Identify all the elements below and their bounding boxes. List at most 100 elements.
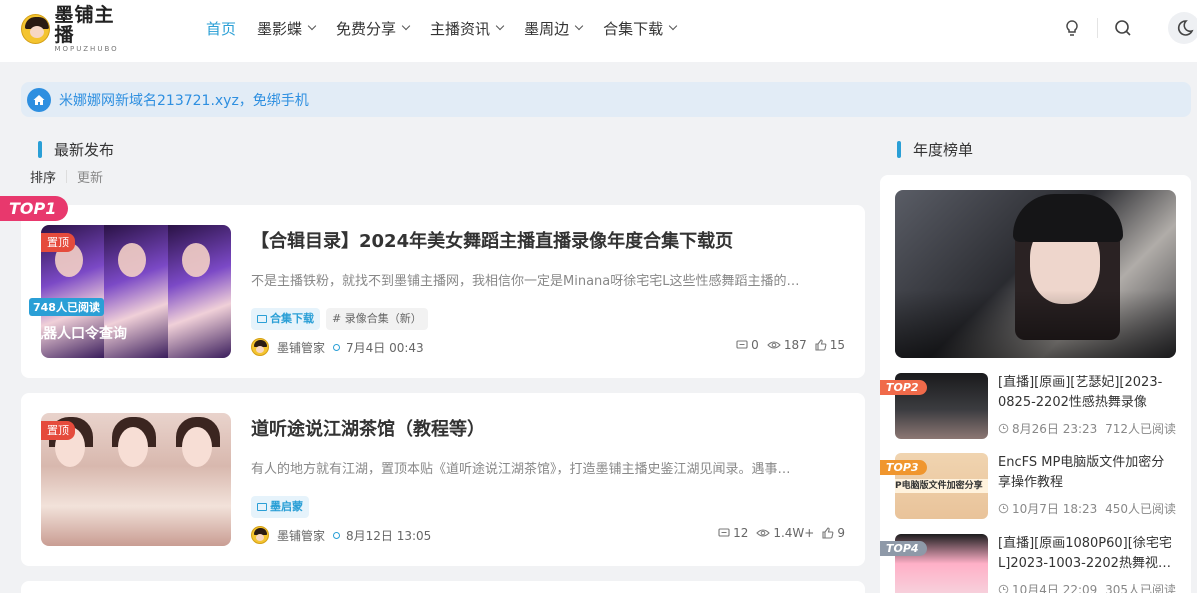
eye-icon	[756, 529, 771, 537]
home-icon	[27, 87, 51, 112]
chevron-down-icon	[401, 21, 411, 31]
notice-bar[interactable]: 米娜娜网新域名213721.xyz，免绑手机	[21, 82, 1191, 117]
folder-icon	[257, 315, 267, 323]
dark-mode-toggle[interactable]	[1168, 12, 1197, 44]
search-icon[interactable]	[1113, 18, 1133, 38]
time-dot-icon	[333, 531, 341, 539]
post-title[interactable]: 道听途说江湖茶馆（教程等）	[251, 415, 485, 441]
rank-title[interactable]: [直播][原画][艺瑟妃][2023-0825-2202性感热舞录像	[998, 373, 1176, 413]
nav-item-merch[interactable]: 墨周边	[524, 18, 584, 39]
view-count: 187	[767, 338, 807, 352]
nav-label: 免费分享	[336, 19, 397, 38]
rank-date-text: 8月26日 23:23	[1012, 422, 1098, 436]
topic-tag[interactable]: # 录像合集（新）	[326, 308, 428, 330]
site-logo[interactable]: 墨铺主播 MOPUZHUBO	[21, 5, 133, 53]
like-count[interactable]: 9	[822, 526, 845, 540]
post-card[interactable]	[21, 581, 865, 593]
post-card[interactable]: 置顶 道听途说江湖茶馆（教程等） 有人的地方就有江湖，置顶本贴《道听途说江湖茶馆…	[21, 393, 865, 566]
folder-icon	[257, 503, 267, 511]
sort-tab-updated[interactable]: 更新	[77, 167, 103, 186]
nav-item-moyingdie[interactable]: 墨影蝶	[257, 18, 317, 39]
like-count[interactable]: 15	[815, 338, 845, 352]
avatar[interactable]	[251, 338, 269, 356]
comment-icon	[736, 340, 748, 349]
eye-icon	[767, 341, 781, 349]
section-title-latest: 最新发布	[38, 139, 114, 160]
nav-label: 首页	[206, 19, 237, 38]
rank-meta: 8月26日 23:23 712人已阅读	[998, 420, 1176, 437]
tab-divider	[66, 170, 68, 183]
logo-text: 墨铺主播 MOPUZHUBO	[54, 5, 133, 54]
author-name[interactable]: 墨铺管家	[277, 339, 325, 356]
nav-item-streamer-news[interactable]: 主播资讯	[430, 18, 505, 39]
post-title[interactable]: 【合辑目录】2024年美女舞蹈主播直播录像年度合集下载页	[251, 227, 733, 253]
nav-label: 主播资讯	[430, 19, 491, 38]
section-marker	[38, 141, 42, 158]
view-count-value: 1.4W+	[773, 526, 815, 540]
post-stats: 12 1.4W+ 9	[710, 526, 845, 540]
top1-rank-badge: TOP1	[0, 196, 69, 221]
view-count: 1.4W+	[756, 526, 814, 540]
rank-date: 8月26日 23:23	[998, 420, 1097, 437]
view-count-value: 187	[783, 338, 807, 352]
post-meta: 墨铺管家 8月12日 13:05	[251, 526, 431, 544]
time-dot-icon	[333, 343, 341, 351]
thumbs-up-icon	[822, 527, 834, 539]
clock-icon	[998, 503, 1009, 514]
rank-reads: 712人已阅读	[1105, 422, 1176, 436]
category-tag[interactable]: 合集下载	[251, 308, 320, 330]
section-marker	[897, 141, 901, 158]
notice-text: 米娜娜网新域名213721.xyz，免绑手机	[59, 92, 309, 109]
comment-count-value: 12	[733, 526, 749, 540]
nav-item-home[interactable]: 首页	[206, 18, 236, 39]
rank-item[interactable]: TOP4 [直播][原画1080P60][徐宅宅L]2023-1003-2202…	[880, 534, 1176, 593]
tag-label: 墨启蒙	[270, 500, 303, 513]
author-name[interactable]: 墨铺管家	[277, 527, 325, 544]
sort-tab-order[interactable]: 排序	[30, 167, 56, 186]
sort-tabs: 排序 更新	[30, 167, 103, 186]
rank-title[interactable]: EncFS MP电脑版文件加密分享操作教程	[998, 453, 1176, 493]
post-card[interactable]: 置顶 【合辑目录】2024年美女舞蹈主播直播录像年度合集下载页 不是主播铁粉，就…	[21, 205, 865, 378]
main-nav: 首页 墨影蝶 免费分享 主播资讯 墨周边 合集下载	[206, 0, 697, 56]
top1-title[interactable]: 机器人口令查询	[29, 323, 127, 343]
nav-label: 墨影蝶	[257, 19, 303, 38]
avatar[interactable]	[251, 526, 269, 544]
top1-feature-image[interactable]	[895, 190, 1176, 358]
nav-item-free-share[interactable]: 免费分享	[336, 18, 411, 39]
rank-reads: 450人已阅读	[1105, 502, 1176, 516]
thumbnail-panel	[167, 225, 231, 358]
tag-label: 合集下载	[270, 312, 314, 325]
chevron-down-icon	[574, 21, 584, 31]
post-thumbnail[interactable]: 置顶	[41, 413, 231, 546]
rank-meta: 10月7日 18:23 450人已阅读	[998, 500, 1176, 517]
image-overlay	[895, 290, 1176, 358]
logo-mascot-icon	[21, 14, 51, 44]
nav-item-collection-download[interactable]: 合集下载	[603, 18, 678, 39]
chevron-down-icon	[495, 21, 505, 31]
tag-label: # 录像合集（新）	[332, 312, 422, 325]
rank-date-text: 10月7日 18:23	[1012, 502, 1098, 516]
comment-count-value: 0	[751, 338, 759, 352]
lightbulb-icon[interactable]	[1062, 18, 1082, 38]
rank-meta: 10月4日 22:09 305人已阅读	[998, 581, 1176, 593]
thumbnail-caption: P电脑版文件加密分享	[895, 479, 988, 493]
top1-reads-badge: 748人已阅读	[29, 298, 104, 316]
chevron-down-icon	[668, 21, 678, 31]
section-title-yearly: 年度榜单	[897, 139, 973, 160]
rank-item[interactable]: P电脑版文件加密分享 TOP3 EncFS MP电脑版文件加密分享操作教程 10…	[880, 453, 1176, 519]
thumbnail-panel	[104, 413, 168, 546]
post-stats: 0 187 15	[728, 338, 845, 352]
rank-item[interactable]: TOP2 [直播][原画][艺瑟妃][2023-0825-2202性感热舞录像 …	[880, 373, 1176, 439]
rank-date-text: 10月4日 22:09	[1012, 583, 1098, 593]
rank-date: 10月7日 18:23	[998, 500, 1097, 517]
category-tag[interactable]: 墨启蒙	[251, 496, 309, 518]
rank-title[interactable]: [直播][原画1080P60][徐宅宅L]2023-1003-2202热舞视…	[998, 534, 1176, 574]
like-count-value: 15	[829, 338, 845, 352]
image-shape	[1013, 194, 1123, 242]
moon-icon	[1177, 20, 1194, 36]
comment-count: 12	[718, 526, 748, 540]
thumbs-up-icon	[815, 339, 827, 351]
thumbnail-panel	[167, 413, 231, 546]
logo-title: 墨铺主播	[54, 3, 115, 46]
section-title-text: 最新发布	[54, 141, 115, 159]
